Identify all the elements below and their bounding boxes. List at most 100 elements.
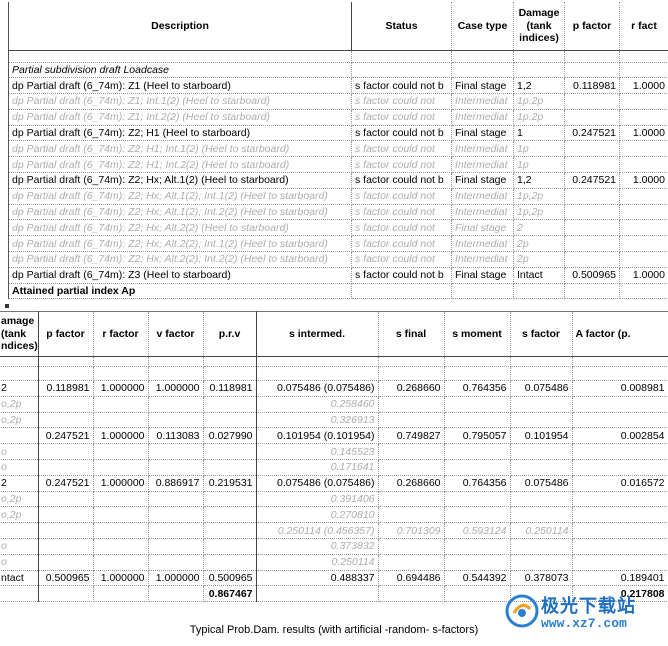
row-s-intermed: 0.373832 (256, 538, 379, 555)
table-row[interactable]: o,2p 0.391406 (0, 491, 668, 508)
table-row[interactable]: 0.247521 1.000000 0.113083 0.027990 0.101954… (0, 427, 668, 445)
header-r-factor[interactable]: r fact (619, 2, 668, 51)
row-s-moment (444, 396, 511, 413)
table-row[interactable]: dp Partial draft (6_74m): Z2; Hx; Alt.1(… (8, 188, 668, 205)
row-v-factor: 1.000000 (148, 380, 204, 397)
header-s-intermed[interactable]: s intermed. (256, 311, 379, 357)
table-row[interactable]: dp Partial draft (6_74m): Z1; Int.2(2) (… (8, 109, 668, 126)
row-s-intermed: 0.391406 (256, 491, 379, 508)
row-damage: o,2p (0, 491, 39, 508)
row-status: s factor could not b (351, 172, 452, 189)
row-prv (203, 412, 257, 429)
table-row[interactable]: 2 0.118981 1.000000 1.000000 0.118981 0.07548… (0, 380, 668, 397)
table-row[interactable]: dp Partial draft (6_74m): Z2; H1 (Heel t… (8, 125, 668, 142)
table-row[interactable]: dp Partial draft (6_74m): Z1; Int.1(2) (… (8, 93, 668, 110)
row-p-factor (564, 156, 620, 174)
row-damage: 2p (513, 235, 565, 253)
row-prv: 0.027990 (203, 427, 257, 445)
header-s-moment[interactable]: s moment (444, 311, 511, 357)
row-r-factor (93, 396, 149, 413)
table-row[interactable]: dp Partial draft (6_74m): Z1 (Heel to st… (8, 77, 668, 95)
resize-handle[interactable] (5, 304, 9, 308)
row-p-factor (564, 188, 620, 205)
table-row[interactable]: dp Partial draft (6_74m): Z2; Hx; Alt.1(… (8, 204, 668, 221)
header-case-type[interactable]: Case type (451, 2, 514, 51)
table-row[interactable]: 2 0.247521 1.000000 0.886917 0.219531 0.07548… (0, 475, 668, 492)
row-s-factor (510, 506, 573, 524)
table-row[interactable]: dp Partial draft (6_74m): Z2; H1; Int.2(… (8, 156, 668, 174)
header-p-factor[interactable]: p factor (38, 311, 94, 357)
row-status: s factor could not b (351, 267, 452, 284)
row-damage: 2 (0, 380, 39, 397)
table-row[interactable]: o,2p 0.326913 (0, 412, 668, 429)
row-v-factor (148, 412, 204, 429)
table-row[interactable]: o 0.250114 (0, 554, 668, 571)
row-s-factor (510, 554, 573, 571)
header-a-factor[interactable]: A factor (p. (572, 311, 668, 357)
row-damage: 2 (513, 219, 565, 237)
header-v-factor[interactable]: v factor (148, 311, 204, 357)
row-s-final: 0.268660 (378, 380, 445, 397)
table-row[interactable]: o 0.145523 (0, 443, 668, 460)
row-description: dp Partial draft (6_74m): Z2; Hx; Alt.2(… (8, 235, 352, 253)
row-a-factor: 0.002854 (572, 427, 668, 445)
row-s-factor (510, 396, 573, 413)
row-p-factor (38, 396, 94, 413)
header-s-factor[interactable]: s factor (510, 311, 573, 357)
row-p-factor (564, 93, 620, 110)
row-s-final: 0.749827 (378, 427, 445, 445)
row-s-moment (444, 506, 511, 524)
header-s-final[interactable]: s final (378, 311, 445, 357)
row-s-intermed: 0.101954 (0.101954) (256, 427, 379, 445)
header-damage[interactable]: Damage (tank indices) (513, 2, 565, 51)
row-r-factor (93, 412, 149, 429)
row-damage: 1p (513, 156, 565, 174)
table-row[interactable]: dp Partial draft (6_74m): Z2; H1; Int.1(… (8, 140, 668, 158)
row-p-factor: 0.500965 (564, 267, 620, 284)
row-s-factor (510, 538, 573, 555)
row-prv (203, 554, 257, 571)
table-row[interactable]: o 0.373832 (0, 538, 668, 555)
row-status: s factor could not (351, 235, 452, 253)
row-s-factor: 0.101954 (510, 427, 573, 445)
row-r-factor: 1.000000 (93, 427, 149, 445)
table-row[interactable]: dp Partial draft (6_74m): Z3 (Heel to st… (8, 267, 668, 284)
header-p-factor[interactable]: p factor (564, 2, 620, 51)
table-row[interactable]: ntact 0.500965 1.000000 1.000000 0.500965 0.4… (0, 570, 668, 587)
row-description: dp Partial draft (6_74m): Z1; Int.1(2) (… (8, 93, 352, 110)
row-damage: 1 (513, 125, 565, 142)
table-row[interactable]: dp Partial draft (6_74m): Z2; Hx; Alt.1(… (8, 172, 668, 189)
header-status[interactable]: Status (351, 2, 452, 51)
section-title: Partial subdivision draft Loadcase (8, 62, 352, 79)
row-s-final: 0.701309 (378, 522, 445, 539)
row-r-factor (619, 156, 668, 174)
row-s-factor: 0.378073 (510, 570, 573, 587)
row-r-factor: 1.0000 (619, 172, 668, 189)
table-row[interactable]: o 0.171641 (0, 459, 668, 476)
row-s-final (378, 396, 445, 413)
row-s-final: 0.268660 (378, 475, 445, 492)
row-s-intermed: 0.075486 (0.075486) (256, 475, 379, 492)
table-row[interactable]: dp Partial draft (6_74m): Z2; Hx; Alt.2(… (8, 235, 668, 253)
row-p-factor (38, 522, 94, 539)
row-damage: 2 (0, 475, 39, 492)
row-p-factor (564, 140, 620, 158)
header-description[interactable]: Description (8, 2, 352, 51)
row-s-moment: 0.593124 (444, 522, 511, 539)
row-r-factor (93, 522, 149, 539)
table-row[interactable]: o,2p 0.258460 (0, 396, 668, 413)
row-s-final (378, 443, 445, 460)
row-prv (203, 459, 257, 476)
table-row[interactable]: o,2p 0.270810 (0, 506, 668, 524)
header-prv[interactable]: p.r.v (203, 311, 257, 357)
header-r-factor[interactable]: r factor (93, 311, 149, 357)
row-case-type: Final stage (451, 219, 514, 237)
table-row[interactable]: dp Partial draft (6_74m): Z2; Hx; Alt.2(… (8, 251, 668, 268)
table-row[interactable]: dp Partial draft (6_74m): Z2; Hx; Alt.2(… (8, 219, 668, 237)
row-v-factor (148, 459, 204, 476)
table-row[interactable]: 0.250114 (0.456357) 0.701309 0.593124 0.250… (0, 522, 668, 539)
header-damage[interactable]: amage (tank ndices) (0, 311, 39, 357)
row-a-factor (572, 412, 668, 429)
row-damage: o (0, 443, 39, 460)
spacer-row (0, 366, 668, 381)
